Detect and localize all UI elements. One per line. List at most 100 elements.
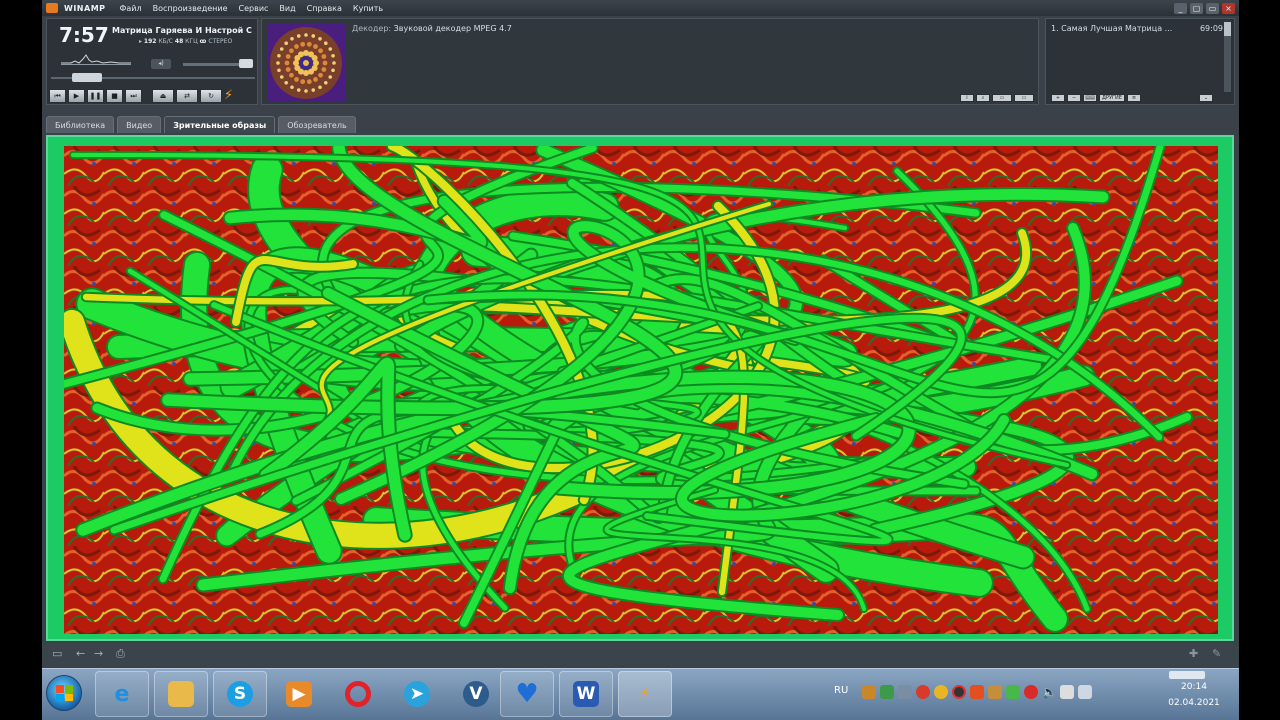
play-button[interactable]: ▶ [68, 89, 85, 103]
playlist-menu-button[interactable]: ⌄ [1199, 94, 1213, 102]
volume-knob[interactable] [238, 59, 253, 68]
misc-button[interactable]: ДРУГИЕ [1099, 94, 1125, 102]
bitrate-value: 192 [143, 38, 157, 45]
lookup-button[interactable]: ⌕ [976, 94, 990, 102]
menu-playback[interactable]: Воспроизведение [153, 4, 228, 13]
menu-file[interactable]: Файл [120, 4, 142, 13]
pause-button[interactable]: ❚❚ [87, 89, 104, 103]
mandala-petal [300, 79, 306, 85]
tray-flag-icon[interactable] [1060, 685, 1074, 699]
prev-button[interactable]: ⏮ [49, 89, 66, 103]
mandala-petal [321, 54, 327, 59]
clock[interactable]: 20:14 02.04.2021 [1154, 679, 1234, 711]
tray-display-icon[interactable] [1078, 685, 1092, 699]
telegram-icon: ➤ [404, 681, 430, 707]
mute-button[interactable]: ◂) [151, 59, 171, 69]
tray-chrome-icon[interactable] [934, 685, 948, 699]
seek-knob[interactable] [71, 73, 102, 82]
album-art[interactable] [267, 24, 345, 102]
options-button[interactable]: ▭ [992, 94, 1012, 102]
tray-shield-icon[interactable] [1006, 685, 1020, 699]
show-desktop-button[interactable] [1169, 671, 1205, 679]
taskbar-vpn[interactable]: V [449, 671, 503, 717]
shuffle-button[interactable]: ⇄ [176, 89, 198, 103]
tab-browser[interactable]: Обозреватель [278, 116, 356, 133]
tray-record-icon[interactable] [952, 685, 966, 699]
forward-arrow-icon[interactable]: → [94, 648, 103, 660]
menu-view[interactable]: Вид [279, 4, 295, 13]
add-button[interactable]: + [1051, 94, 1065, 102]
close-button[interactable]: × [1222, 2, 1235, 14]
puzzle-icon[interactable]: ✚ [1189, 648, 1198, 660]
wrench-icon[interactable]: ✎ [1212, 648, 1221, 660]
mandala-petal [285, 67, 291, 72]
stop-button[interactable]: ■ [106, 89, 123, 103]
window-controls: _ ▢ ▭ × [1174, 2, 1235, 14]
language-indicator[interactable]: RU [834, 685, 848, 696]
playlist-scrollbar[interactable] [1224, 22, 1231, 92]
mandala-petal [306, 79, 312, 85]
minimize-button[interactable]: _ [1174, 2, 1187, 14]
tray-firefox-icon[interactable] [970, 685, 984, 699]
tab-library[interactable]: Библиотека [46, 116, 115, 133]
mandala-petal [331, 68, 335, 73]
tray-monitor-icon[interactable] [898, 685, 912, 699]
tray-box-icon[interactable] [988, 685, 1002, 699]
tray-opera-icon[interactable] [916, 685, 930, 699]
taskbar-opera[interactable] [331, 671, 385, 717]
mandala-petal [277, 68, 281, 73]
restore-button[interactable]: ▢ [1190, 2, 1203, 14]
taskbar-skype[interactable]: S [213, 671, 267, 717]
tab-visualization[interactable]: Зрительные образы [164, 116, 276, 133]
scroll-thumb[interactable] [1224, 22, 1231, 36]
taskbar-word[interactable]: W [559, 671, 613, 717]
mandala-petal [304, 33, 308, 37]
repeat-button[interactable]: ↻ [200, 89, 222, 103]
taskbar-heart[interactable]: ♥ [500, 671, 554, 717]
camera-icon[interactable]: ⎙ [116, 648, 125, 660]
remove-button[interactable]: − [1067, 94, 1081, 102]
speaker-icon[interactable]: 🔈 [1042, 685, 1057, 699]
taskbar-telegram[interactable]: ➤ [390, 671, 444, 717]
taskbar-winamp[interactable]: ⚡ [618, 671, 672, 717]
back-arrow-icon[interactable]: ← [76, 648, 85, 660]
toggle-panel-icon[interactable]: ▭ [52, 648, 62, 660]
heart-icon: ♥ [515, 679, 539, 709]
tray-network-icon[interactable] [880, 685, 894, 699]
mandala-petal [311, 55, 318, 61]
bitrate-unit: КБ/С [158, 38, 173, 45]
shade-button[interactable]: ▭ [1206, 2, 1219, 14]
winamp-icon: ⚡ [639, 684, 651, 704]
next-button[interactable]: ⏭ [125, 89, 142, 103]
mandala-petal [285, 54, 291, 59]
tray-alert-icon[interactable] [1024, 685, 1038, 699]
mandala-petal [279, 47, 284, 51]
status-bar: ▭ ← → ⎙ ✚ ✎ [42, 643, 1239, 666]
menu-help[interactable]: Справка [307, 4, 342, 13]
more-button[interactable]: ▭ [1014, 94, 1034, 102]
lightning-icon[interactable]: ⚡ [224, 89, 238, 103]
info-button[interactable]: i [960, 94, 974, 102]
taskbar-media-player[interactable]: ▶ [272, 671, 326, 717]
menu-buy[interactable]: Купить [353, 4, 383, 13]
mini-spectrum[interactable] [61, 53, 131, 65]
tray-app-icon[interactable] [862, 685, 876, 699]
visualization-canvas[interactable] [64, 146, 1218, 634]
select-button[interactable]: ▤▤ [1083, 94, 1097, 102]
start-button[interactable] [46, 675, 82, 711]
taskbar-ie[interactable]: e [95, 671, 149, 717]
playlist-item[interactable]: 1. Самая Лучшая Матрица ... 69:09 [1051, 24, 1223, 33]
taskbar-explorer[interactable] [154, 671, 208, 717]
menu-tools[interactable]: Сервис [239, 4, 269, 13]
ie-icon: e [114, 681, 130, 707]
list-button[interactable]: ≡ [1127, 94, 1141, 102]
mandala-petal [318, 85, 322, 90]
system-tray: 🔈 [862, 685, 1092, 699]
clock-date: 02.04.2021 [1168, 698, 1220, 708]
eject-button[interactable]: ⏏ [152, 89, 174, 103]
mandala-petal [284, 60, 290, 66]
opera-icon [345, 681, 371, 707]
transport-controls: ⏮ ▶ ❚❚ ■ ⏭ ⏏ ⇄ ↻ ⚡ [49, 89, 238, 103]
elapsed-time[interactable]: 7:57 [59, 23, 109, 47]
tab-video[interactable]: Видео [117, 116, 162, 133]
